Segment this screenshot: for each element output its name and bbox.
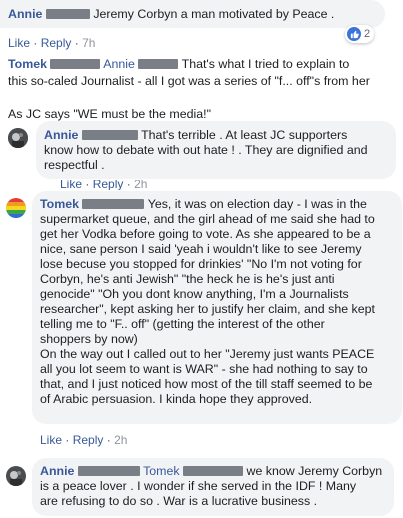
like-reaction-icon — [347, 27, 361, 41]
separator: · — [106, 433, 111, 447]
avatar[interactable] — [6, 466, 26, 486]
comment-actions: Like · Reply · 2h — [60, 180, 147, 190]
comment-line: are refusing to do so . War is a lucrati… — [40, 494, 318, 508]
comment-text: That's terrible . At least JC supporters — [141, 128, 348, 142]
comment-bubble: Tomek Yes, it was on election day - I wa… — [32, 191, 402, 424]
avatar[interactable] — [8, 128, 28, 148]
redacted-surname — [77, 466, 140, 476]
comment-line: On the way out I called out to her "Jere… — [40, 347, 375, 361]
reaction-count-badge[interactable]: 2 — [345, 25, 375, 43]
reply-link[interactable]: Reply — [93, 180, 124, 190]
comment-line: telling me to "F.. off" (getting the int… — [40, 317, 325, 331]
comment-line: all you lot seem to want is WAR" - she h… — [40, 362, 368, 376]
separator: · — [126, 180, 131, 190]
comment-author[interactable]: Annie — [8, 7, 42, 21]
comment-line: shoppers by now) — [40, 332, 138, 346]
mention-link[interactable]: Annie — [103, 57, 135, 71]
comment-author[interactable]: Annie — [44, 128, 78, 142]
comment-bubble: Annie Jeremy Corbyn a man motivated by P… — [0, 0, 385, 28]
comment-actions: Like · Reply · 7h — [8, 36, 95, 51]
comment-line: researcher", kept asking her to justify … — [40, 302, 375, 316]
mention-link[interactable]: Tomek — [143, 464, 180, 478]
comment-text: Yes, it was on election day - I was in t… — [147, 197, 367, 211]
comment-text: As JC says "WE must be the media!" — [8, 107, 211, 121]
like-link[interactable]: Like — [8, 36, 30, 50]
comment-line: that, and I just noticed how most of the… — [40, 377, 373, 391]
comment-bubble: Annie That's terrible . At least JC supp… — [36, 121, 396, 179]
timestamp[interactable]: 2h — [134, 180, 147, 190]
comment-bubble: Annie Tomek we know Jeremy Corbyn is a p… — [32, 458, 394, 516]
comment-actions: Like · Reply · 2h — [40, 433, 127, 448]
redacted-surname — [183, 466, 244, 476]
redacted-surname — [50, 59, 101, 69]
comment-text: Jeremy Corbyn a man motivated by Peace . — [93, 7, 335, 21]
comment-text: respectful . — [44, 158, 105, 172]
redacted-surname — [81, 130, 138, 140]
comment-line: get her Vodka before going to vote. As s… — [40, 227, 371, 241]
timestamp[interactable]: 7h — [82, 36, 95, 50]
redacted-surname — [138, 59, 179, 69]
comment-text: we know Jeremy Corbyn — [246, 464, 383, 478]
comment-line: Corbyn, he's anti Jewish" "the heck he i… — [40, 272, 335, 286]
comment-line: genocide" "Oh you dont know anything, I'… — [40, 287, 349, 301]
like-link[interactable]: Like — [60, 180, 82, 190]
comment-line: is a peace lover . I wonder if she serve… — [40, 479, 357, 493]
reply-link[interactable]: Reply — [73, 433, 104, 447]
comment-author[interactable]: Tomek — [40, 197, 79, 211]
avatar[interactable] — [6, 198, 26, 218]
comment-body: Tomek Annie That's what I tried to expla… — [8, 57, 400, 122]
redacted-surname — [45, 9, 90, 19]
comment-line: supermarket queue, and the girl ahead of… — [40, 212, 375, 226]
comment-author[interactable]: Tomek — [8, 57, 47, 71]
comment-line: nice, sane person I said 'yeah i wouldn'… — [40, 242, 362, 256]
reply-link[interactable]: Reply — [41, 36, 72, 50]
separator: · — [74, 36, 79, 50]
comment-text: know how to debate with out hate ! . The… — [44, 143, 368, 157]
separator: · — [33, 36, 38, 50]
timestamp[interactable]: 2h — [114, 433, 127, 447]
comment-text: this so-caled Journalist - all I got was… — [8, 74, 370, 88]
comment-line: of Arabic persuasion. I kinda hope they … — [40, 392, 313, 406]
reaction-count: 2 — [364, 27, 371, 40]
comment-author[interactable]: Annie — [40, 464, 74, 478]
comment-line: lose becuse you stopped for drinkies' "N… — [40, 257, 362, 271]
separator: · — [65, 433, 70, 447]
like-link[interactable]: Like — [40, 433, 62, 447]
comment-text: That's what I tried to explain to — [181, 57, 350, 71]
separator: · — [85, 180, 90, 190]
redacted-surname — [82, 199, 145, 209]
